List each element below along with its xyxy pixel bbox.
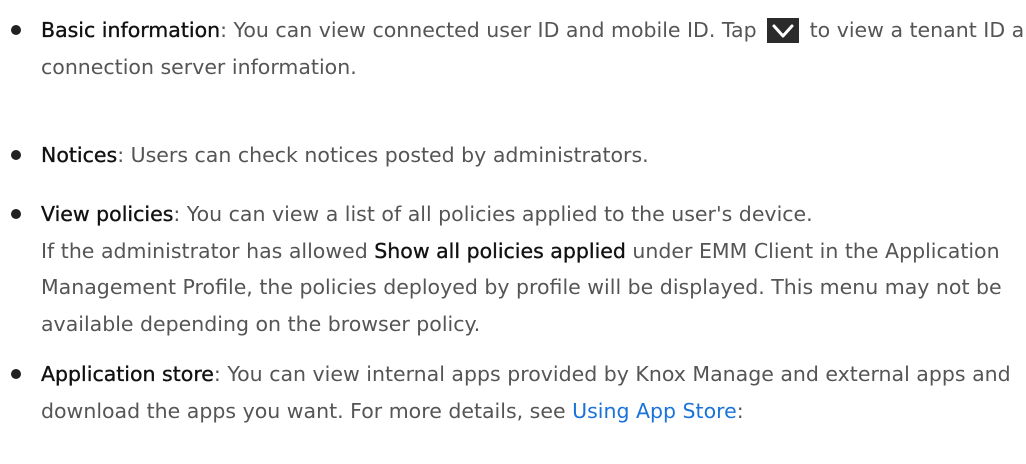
term-application-store: Application store xyxy=(41,362,214,386)
list-item-notices: Notices: Users can check notices posted … xyxy=(0,137,1026,174)
list-item-basic-information: Basic information: You can view connecte… xyxy=(0,12,1026,85)
item-text: : You can view connected user ID and mob… xyxy=(220,18,764,42)
item-text: : xyxy=(736,398,744,423)
bullet-icon xyxy=(11,369,21,379)
term-notices: Notices xyxy=(41,143,118,167)
bullet-icon xyxy=(11,25,21,35)
item-text: If the administrator has allowed xyxy=(41,238,375,263)
term-basic-information: Basic information xyxy=(41,18,221,42)
item-text: : You can view a list of all policies ap… xyxy=(173,202,813,226)
using-app-store-link[interactable]: Using App Store xyxy=(572,399,737,423)
document-page: Basic information: You can view connecte… xyxy=(0,0,1026,464)
list-item-application-store: Application store: You can view internal… xyxy=(0,356,1026,429)
bullet-icon xyxy=(11,209,21,219)
term-view-policies: View policies xyxy=(41,202,174,226)
bullet-icon xyxy=(11,150,21,160)
item-text: : Users can check notices posted by admi… xyxy=(117,143,649,167)
setting-name: Show all policies applied xyxy=(374,238,626,263)
list-item-view-policies: View policies: You can view a list of al… xyxy=(0,196,1026,342)
chevron-down-icon xyxy=(767,18,800,43)
